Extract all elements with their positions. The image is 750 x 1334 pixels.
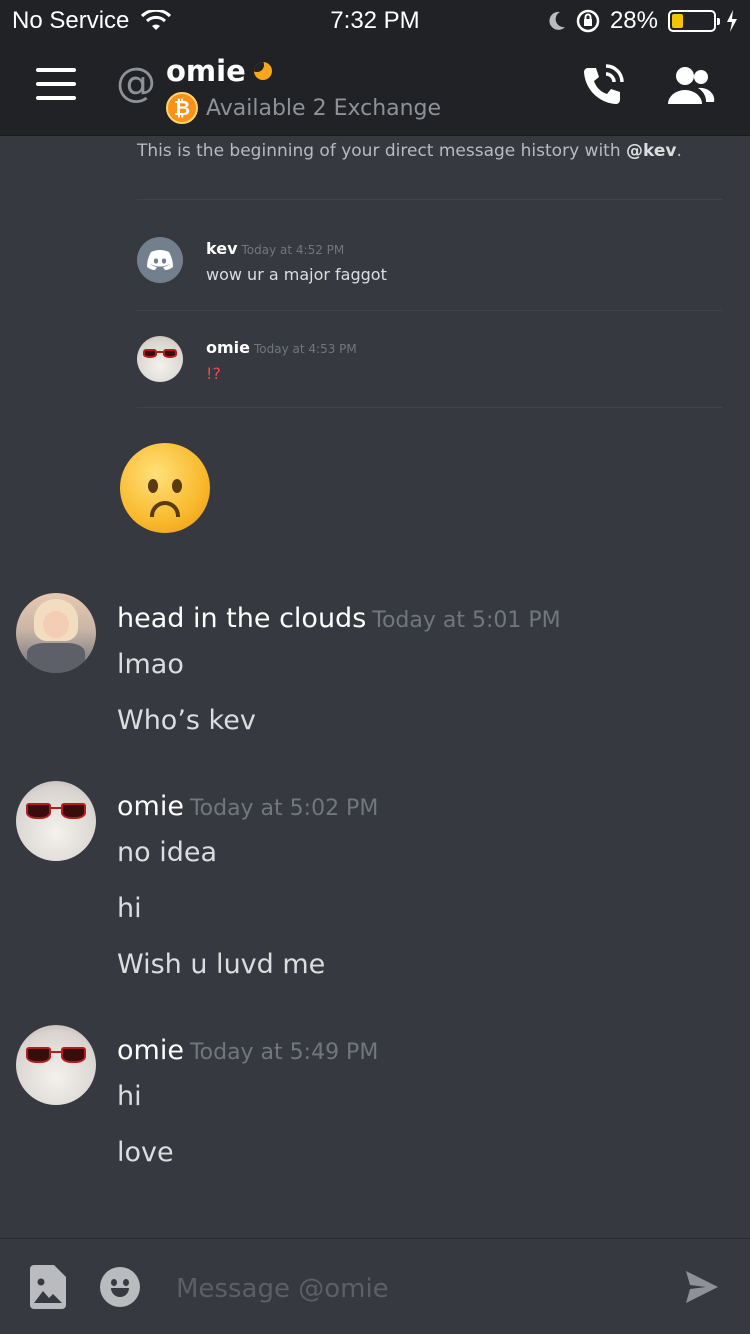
message-timestamp: Today at 4:52 PM xyxy=(241,243,345,257)
message-timestamp: Today at 5:02 PM xyxy=(189,796,379,821)
message-text: wow ur a major faggot xyxy=(206,265,387,284)
message-text: lmao xyxy=(117,649,184,680)
message-text: Wish u luvd me xyxy=(117,949,326,980)
message-text: hi xyxy=(117,893,142,924)
message-input[interactable] xyxy=(176,1267,656,1311)
bitcoin-icon: ₿ xyxy=(166,92,198,124)
message-composer xyxy=(0,1238,750,1334)
message-author[interactable]: omie xyxy=(206,338,250,357)
voice-call-button[interactable] xyxy=(578,62,626,110)
divider xyxy=(137,407,722,408)
message-text: no idea xyxy=(117,837,218,868)
frowning-emoji xyxy=(120,443,210,533)
send-button[interactable] xyxy=(684,1269,720,1305)
moon-icon xyxy=(549,11,565,30)
charging-icon xyxy=(727,10,737,32)
avatar[interactable] xyxy=(16,593,96,673)
message-text: love xyxy=(117,1137,174,1168)
avatar xyxy=(137,237,183,283)
avatar[interactable] xyxy=(16,1025,96,1105)
menu-button[interactable] xyxy=(36,68,76,100)
message-text: Who’s kev xyxy=(117,705,256,736)
custom-status-text: Available 2 Exchange xyxy=(206,95,442,121)
emoji-picker-button[interactable] xyxy=(100,1267,140,1307)
divider xyxy=(137,199,722,200)
message-text: !? xyxy=(206,364,221,383)
message-author[interactable]: kev xyxy=(206,239,238,258)
image-upload-button[interactable] xyxy=(30,1265,66,1309)
custom-status: ₿ Available 2 Exchange xyxy=(166,92,441,124)
status-bar: No Service 7:32 PM 28% xyxy=(0,0,750,40)
battery-percent: 28% xyxy=(609,7,658,34)
dm-header: @ omie ₿ Available 2 Exchange xyxy=(0,40,750,136)
dm-beginning-notice: This is the beginning of your direct mes… xyxy=(137,141,682,161)
avatar[interactable] xyxy=(16,781,96,861)
at-sign-icon: @ xyxy=(116,60,156,106)
rotation-lock-icon xyxy=(576,9,600,33)
message-timestamp: Today at 4:53 PM xyxy=(254,342,357,356)
username-label: omie xyxy=(166,54,246,88)
divider xyxy=(137,310,722,311)
members-button[interactable] xyxy=(664,64,716,108)
message-list[interactable]: This is the beginning of your direct mes… xyxy=(0,137,750,1237)
message-author[interactable]: head in the clouds xyxy=(117,603,366,634)
mention: @kev xyxy=(626,141,677,161)
message-timestamp: Today at 5:01 PM xyxy=(372,608,561,633)
dm-username[interactable]: omie xyxy=(166,54,272,88)
message-text: hi xyxy=(117,1081,142,1112)
idle-status-icon xyxy=(253,62,272,80)
message-author[interactable]: omie xyxy=(117,791,184,822)
message-timestamp: Today at 5:49 PM xyxy=(189,1040,379,1065)
message-author[interactable]: omie xyxy=(117,1035,184,1066)
discord-logo-icon xyxy=(147,250,173,270)
avatar xyxy=(137,336,183,382)
battery-icon xyxy=(668,10,720,32)
